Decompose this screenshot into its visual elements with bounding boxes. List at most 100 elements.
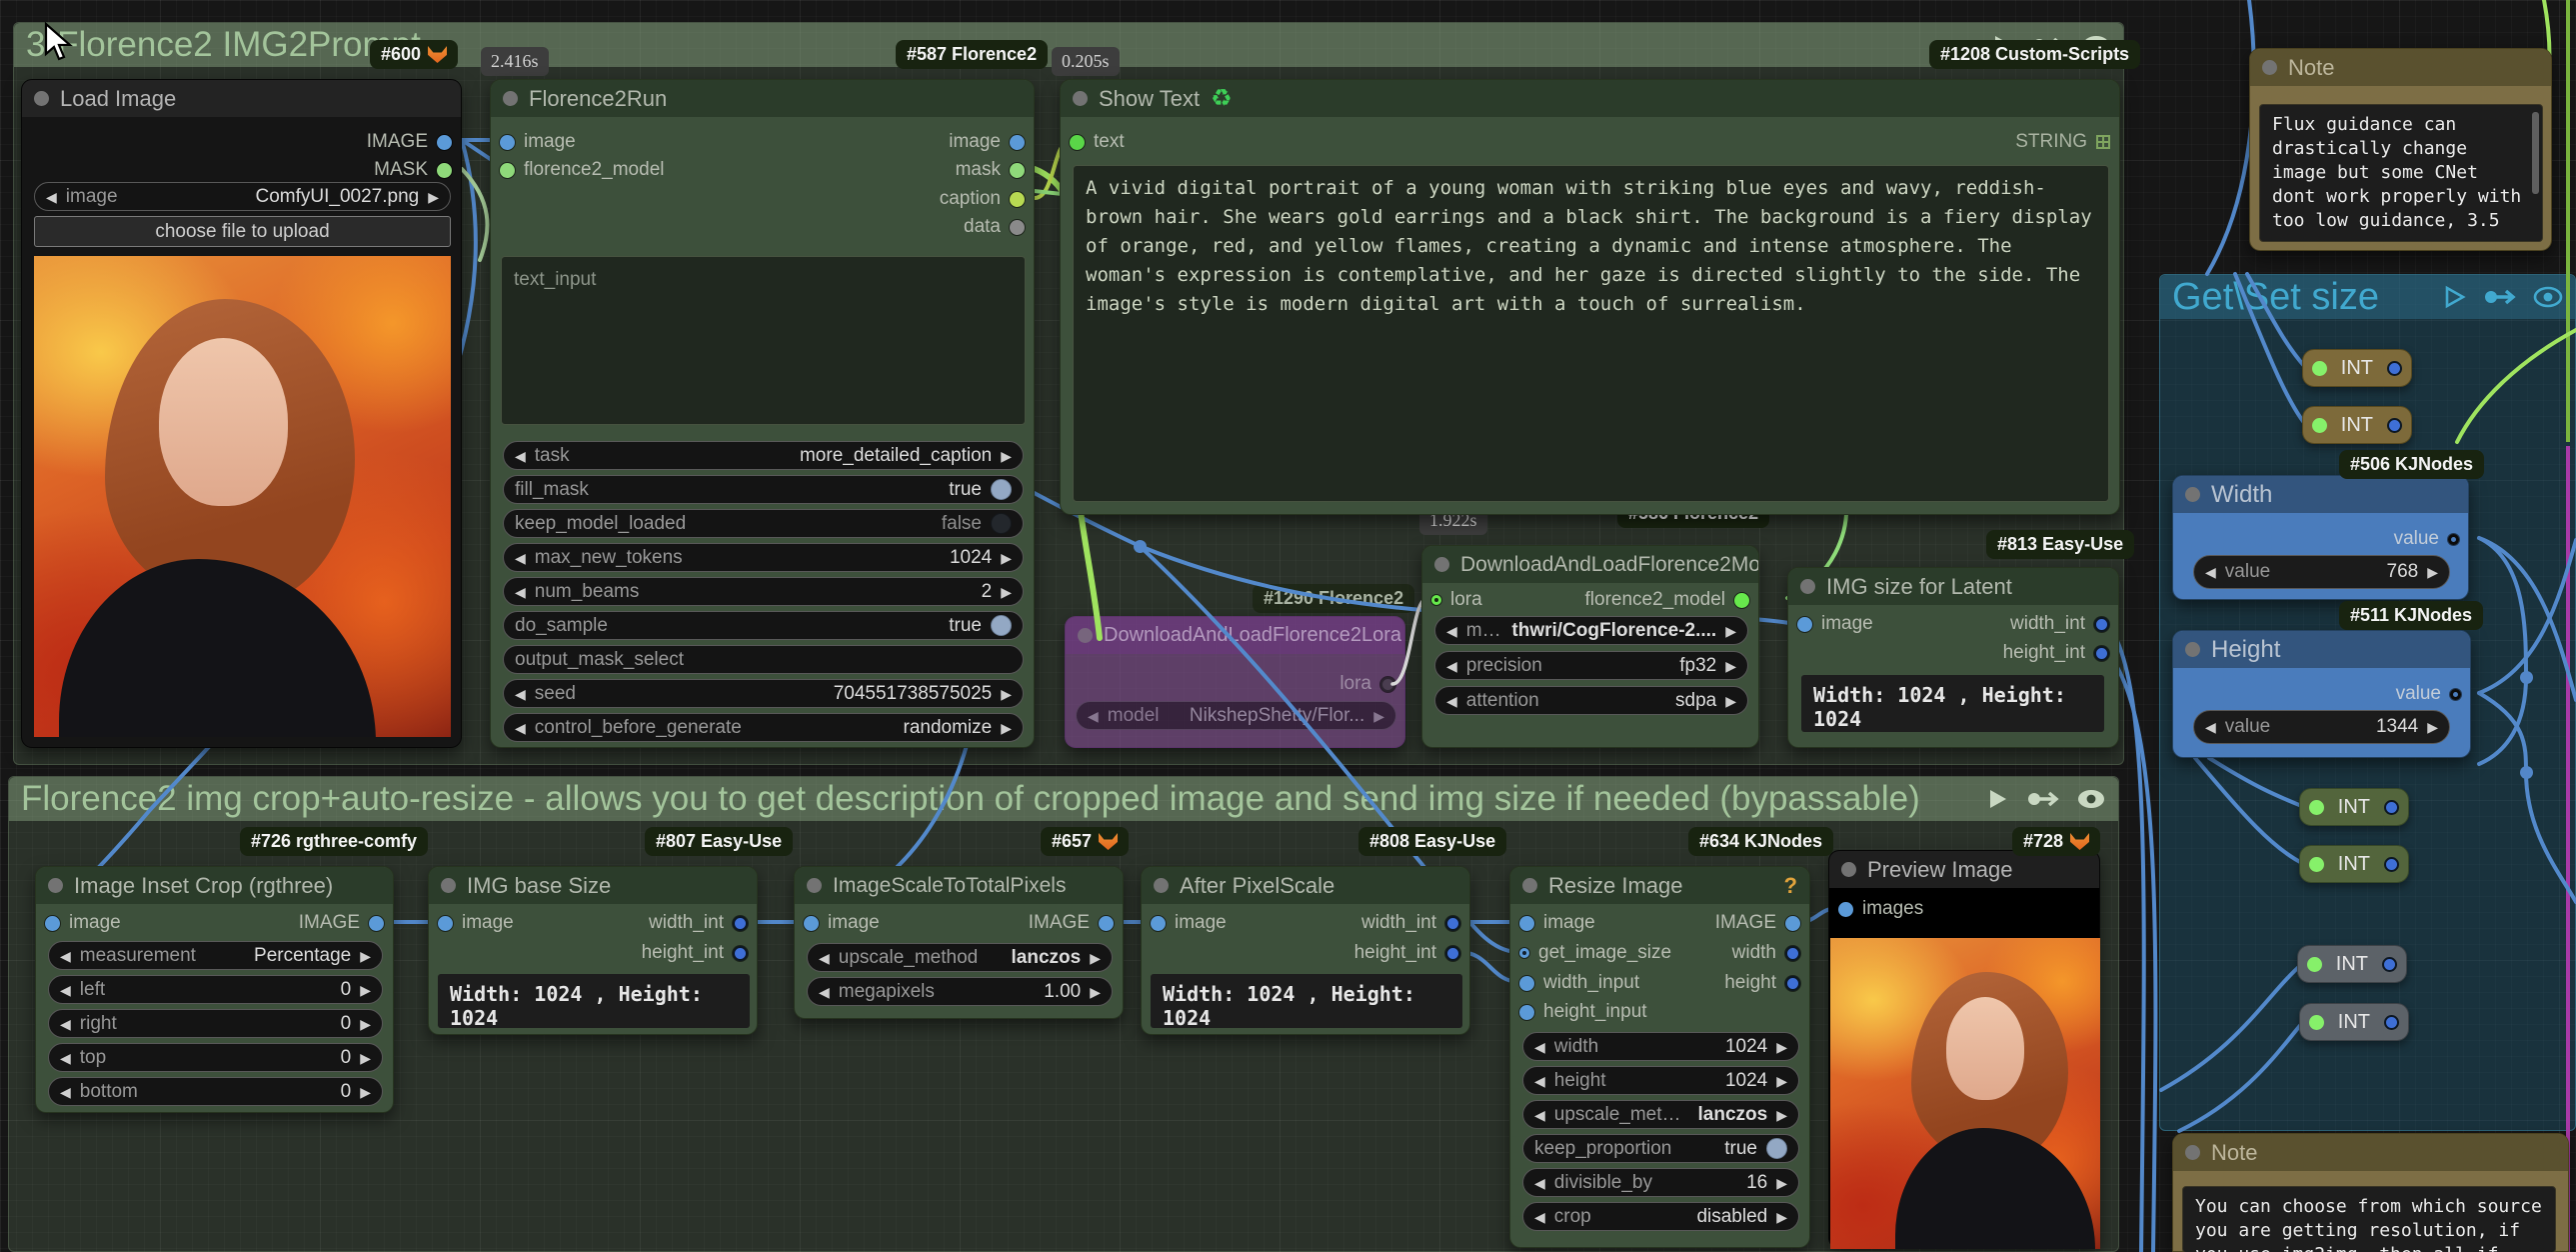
prev-arrow[interactable]: ◀ xyxy=(515,551,526,565)
node-int-collapsed[interactable]: INT xyxy=(2302,349,2412,387)
input-image[interactable]: image xyxy=(500,130,576,154)
output-width-int[interactable]: width_int xyxy=(1361,911,1460,935)
next-arrow[interactable]: ▶ xyxy=(1776,1176,1787,1190)
toggle-dot[interactable] xyxy=(991,479,1012,500)
collapse-dot[interactable] xyxy=(34,91,49,106)
model-combo[interactable]: ◀modelthwri/CogFlorence-2....▶ xyxy=(1434,616,1748,645)
output-caption[interactable]: caption xyxy=(940,187,1025,211)
group-header[interactable]: Florence2 img crop+auto-resize - allows … xyxy=(9,777,2118,821)
collapse-dot[interactable] xyxy=(2185,642,2200,657)
port-dot[interactable] xyxy=(437,134,452,150)
prev-arrow[interactable]: ◀ xyxy=(60,1017,71,1031)
node-header[interactable]: Load Image xyxy=(22,80,461,117)
group-bypass-icon[interactable] xyxy=(2483,286,2517,308)
input-lora[interactable]: lora xyxy=(1431,588,1482,612)
node-header[interactable]: IMG size for Latent xyxy=(1788,568,2118,605)
collapse-dot[interactable] xyxy=(1841,862,1856,877)
node-load-image[interactable]: Load Image IMAGE MASK ◀ image ComfyUI_0027… xyxy=(21,79,462,748)
output-mask[interactable]: MASK xyxy=(374,158,452,182)
next-arrow[interactable]: ▶ xyxy=(1001,449,1012,463)
node-preview-image[interactable]: Preview Image images xyxy=(1828,850,2100,1249)
next-arrow[interactable]: ▶ xyxy=(1725,659,1736,673)
port-dot[interactable] xyxy=(2384,799,2399,815)
port-dot[interactable] xyxy=(1519,915,1534,931)
next-arrow[interactable]: ▶ xyxy=(1090,985,1101,999)
node-header[interactable]: Florence2Run xyxy=(491,80,1034,117)
prev-arrow[interactable]: ◀ xyxy=(1446,659,1457,673)
output-value[interactable]: value xyxy=(2396,682,2461,706)
output-image[interactable]: IMAGE xyxy=(299,911,384,935)
port-dot[interactable] xyxy=(733,915,748,931)
output-height-int[interactable]: height_int xyxy=(642,941,748,965)
keep-proportion-toggle[interactable]: keep_proportion true xyxy=(1522,1134,1799,1163)
value-stepper[interactable]: ◀ value 768 ▶ xyxy=(2193,555,2450,589)
collapse-dot[interactable] xyxy=(2185,487,2200,502)
node-header[interactable]: Width xyxy=(2173,476,2468,513)
node-resize-image[interactable]: Resize Image? image get_image_size width… xyxy=(1509,866,1810,1248)
collapse-dot[interactable] xyxy=(1800,579,1815,594)
prev-arrow[interactable]: ◀ xyxy=(1088,709,1099,723)
port-dot[interactable] xyxy=(1431,595,1441,605)
node-header[interactable]: Show Text ♻ xyxy=(1061,80,2119,117)
left-stepper[interactable]: ◀ left 0 ▶ xyxy=(48,975,383,1004)
num-beams-stepper[interactable]: ◀ num_beams 2 ▶ xyxy=(503,577,1024,606)
precision-combo[interactable]: ◀ precision fp32 ▶ xyxy=(1434,651,1748,680)
prev-arrow[interactable]: ◀ xyxy=(515,687,526,701)
crop-combo[interactable]: ◀ crop disabled ▶ xyxy=(1522,1202,1799,1231)
input-image[interactable]: image xyxy=(45,911,121,935)
prev-arrow[interactable]: ◀ xyxy=(515,721,526,735)
next-arrow[interactable]: ▶ xyxy=(360,983,371,997)
input-height-input[interactable]: height_input xyxy=(1519,1000,1647,1024)
port-dot[interactable] xyxy=(2312,417,2327,433)
node-florence2run[interactable]: Florence2Run image florence2_model image… xyxy=(490,79,1035,748)
group-eye-icon[interactable] xyxy=(2533,286,2563,308)
collapse-dot[interactable] xyxy=(1154,878,1169,893)
port-dot[interactable] xyxy=(1797,616,1812,632)
node-header[interactable]: Resize Image? xyxy=(1510,867,1809,904)
node-header[interactable]: DownloadAndLoadFlorence2Lora xyxy=(1066,617,1404,654)
next-arrow[interactable]: ▶ xyxy=(360,949,371,963)
port-dot[interactable] xyxy=(2384,856,2399,872)
port-dot[interactable] xyxy=(2309,856,2324,872)
node-note-resolution-source[interactable]: Note You can choose from which source yo… xyxy=(2172,1133,2569,1252)
node-header[interactable]: ImageScaleToTotalPixels xyxy=(795,867,1123,904)
node-image-scale-to-total-pixels[interactable]: ImageScaleToTotalPixels image IMAGE ◀ ups… xyxy=(794,866,1124,1019)
node-height[interactable]: Height value ◀ value 1344 ▶ xyxy=(2172,630,2471,758)
node-header[interactable]: Note xyxy=(2173,1134,2568,1171)
next-arrow[interactable]: ▶ xyxy=(1776,1210,1787,1224)
output-image[interactable]: IMAGE xyxy=(1029,911,1114,935)
port-dot[interactable] xyxy=(2450,688,2461,700)
upscale-method-combo[interactable]: ◀ upscale_method lanczos ▶ xyxy=(807,943,1113,972)
node-after-pixelscale[interactable]: After PixelScale image width_int height_… xyxy=(1141,866,1470,1035)
next-arrow[interactable]: ▶ xyxy=(360,1051,371,1065)
port-dot[interactable] xyxy=(804,915,819,931)
next-arrow[interactable]: ▶ xyxy=(360,1085,371,1099)
next-arrow[interactable]: ▶ xyxy=(1001,551,1012,565)
node-int-collapsed[interactable]: INT xyxy=(2299,788,2409,826)
port-dot[interactable] xyxy=(2309,1014,2324,1030)
collapse-dot[interactable] xyxy=(807,878,822,893)
node-note-flux-guidance[interactable]: Note Flux guidance can drastically chang… xyxy=(2249,48,2552,251)
node-int-collapsed[interactable]: INT xyxy=(2299,1003,2409,1041)
next-arrow[interactable]: ▶ xyxy=(1090,951,1101,965)
prev-arrow[interactable]: ◀ xyxy=(46,190,57,204)
port-dot[interactable] xyxy=(2312,360,2327,376)
port-dot[interactable] xyxy=(1785,975,1800,991)
upscale-method-combo[interactable]: ◀ upscale_method lanczos ▶ xyxy=(1522,1100,1799,1129)
output-height[interactable]: height xyxy=(1724,971,1800,995)
node-header[interactable]: Preview Image xyxy=(1829,851,2099,888)
collapse-dot[interactable] xyxy=(48,878,63,893)
node-header[interactable]: Image Inset Crop (rgthree) xyxy=(36,867,393,904)
port-dot[interactable] xyxy=(2307,956,2322,972)
max-new-tokens-stepper[interactable]: ◀ max_new_tokens 1024 ▶ xyxy=(503,543,1024,572)
next-arrow[interactable]: ▶ xyxy=(1001,687,1012,701)
do-sample-toggle[interactable]: do_sample true xyxy=(503,611,1024,640)
control-before-generate-combo[interactable]: ◀ control_before_generate randomize ▶ xyxy=(503,713,1024,742)
node-header[interactable]: DownloadAndLoadFlorence2Model xyxy=(1422,546,1758,583)
output-width-int[interactable]: width_int xyxy=(649,911,748,935)
output-height-int[interactable]: height_int xyxy=(1354,941,1460,965)
node-int-collapsed[interactable]: INT xyxy=(2302,406,2412,444)
port-dot[interactable] xyxy=(1519,948,1529,958)
port-dot[interactable] xyxy=(438,915,453,931)
port-dot[interactable] xyxy=(1010,162,1025,178)
